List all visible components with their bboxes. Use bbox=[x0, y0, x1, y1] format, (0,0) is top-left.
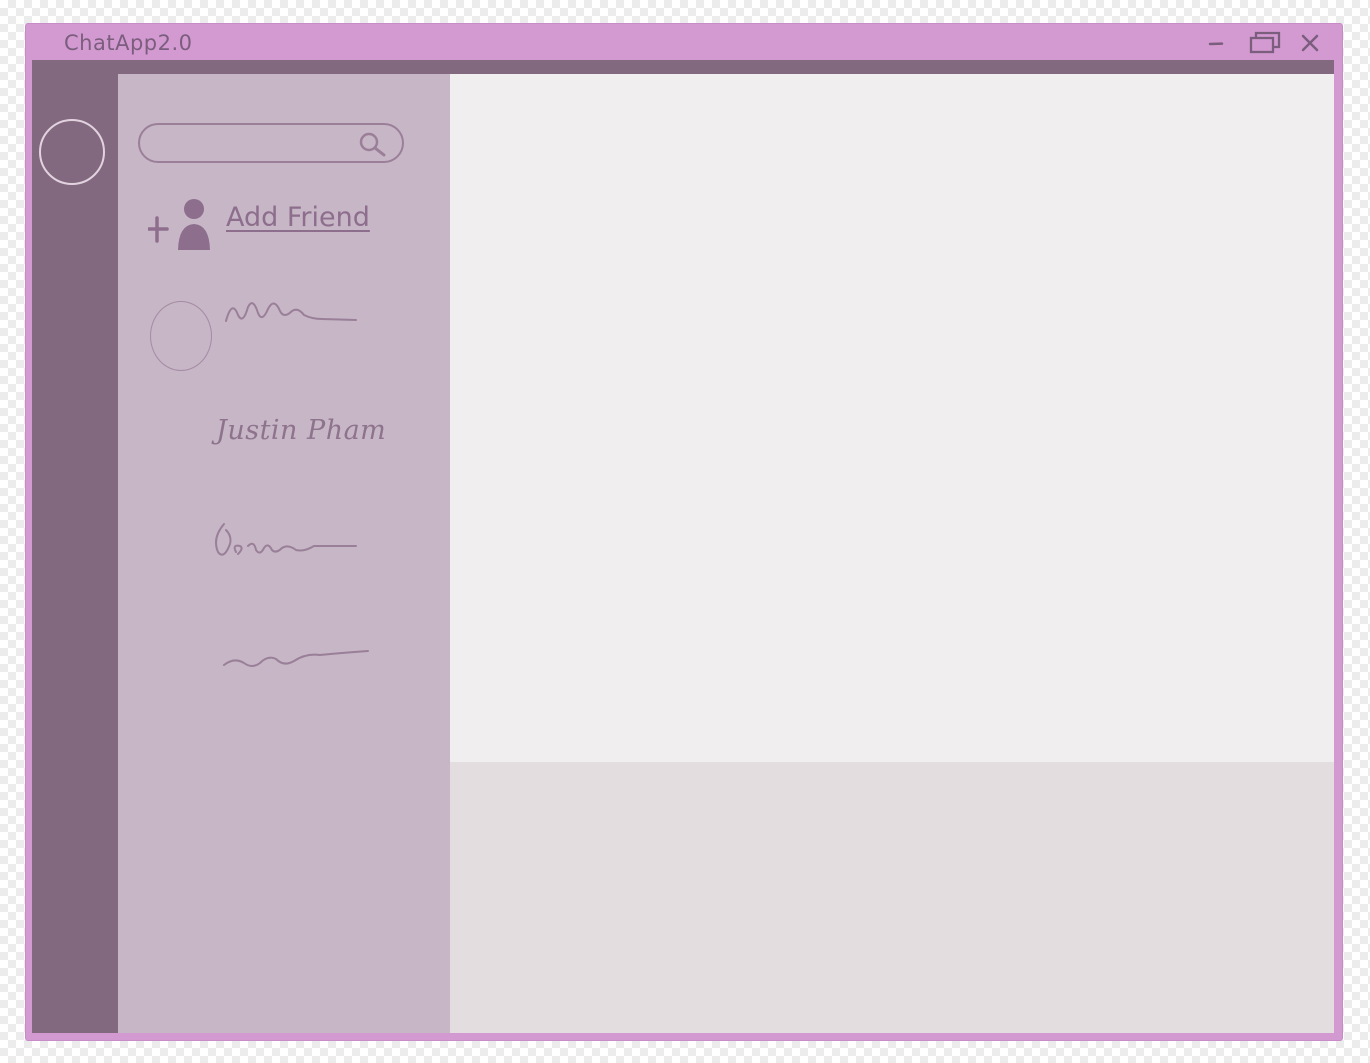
contact-item[interactable] bbox=[118, 514, 450, 574]
minimize-button[interactable] bbox=[1200, 28, 1234, 58]
app-title: ChatApp2.0 bbox=[64, 31, 193, 55]
restore-window-icon bbox=[1249, 31, 1281, 54]
contact-avatar bbox=[150, 301, 212, 371]
close-icon bbox=[1301, 34, 1319, 52]
contact-name-scribble bbox=[215, 523, 357, 556]
restore-button[interactable] bbox=[1248, 28, 1282, 58]
contact-item[interactable]: Justin Pham bbox=[118, 409, 450, 469]
app-rail bbox=[32, 60, 118, 1033]
contact-item[interactable] bbox=[118, 274, 450, 374]
close-button[interactable] bbox=[1293, 28, 1327, 58]
message-compose-area[interactable] bbox=[450, 762, 1334, 1033]
search-input[interactable] bbox=[154, 131, 348, 157]
title-bar: ChatApp2.0 bbox=[26, 24, 1342, 60]
app-window: ChatApp2.0 Add Friend Justin Pham bbox=[26, 24, 1342, 1040]
add-friend-label: Add Friend bbox=[226, 202, 370, 233]
message-area bbox=[450, 74, 1334, 762]
header-strip bbox=[32, 60, 1334, 74]
contact-item[interactable] bbox=[118, 629, 450, 684]
contact-name-scribble bbox=[225, 302, 357, 322]
contact-name: Justin Pham bbox=[216, 415, 387, 446]
friends-panel: Add Friend Justin Pham bbox=[118, 74, 450, 1033]
search-icon[interactable] bbox=[356, 130, 388, 158]
contact-name-scribble bbox=[223, 650, 369, 667]
add-friend-icon bbox=[148, 199, 210, 250]
minimize-icon bbox=[1208, 42, 1224, 46]
add-friend-button[interactable]: Add Friend bbox=[148, 194, 378, 250]
profile-avatar[interactable] bbox=[39, 119, 105, 185]
search-bar[interactable] bbox=[138, 123, 404, 163]
